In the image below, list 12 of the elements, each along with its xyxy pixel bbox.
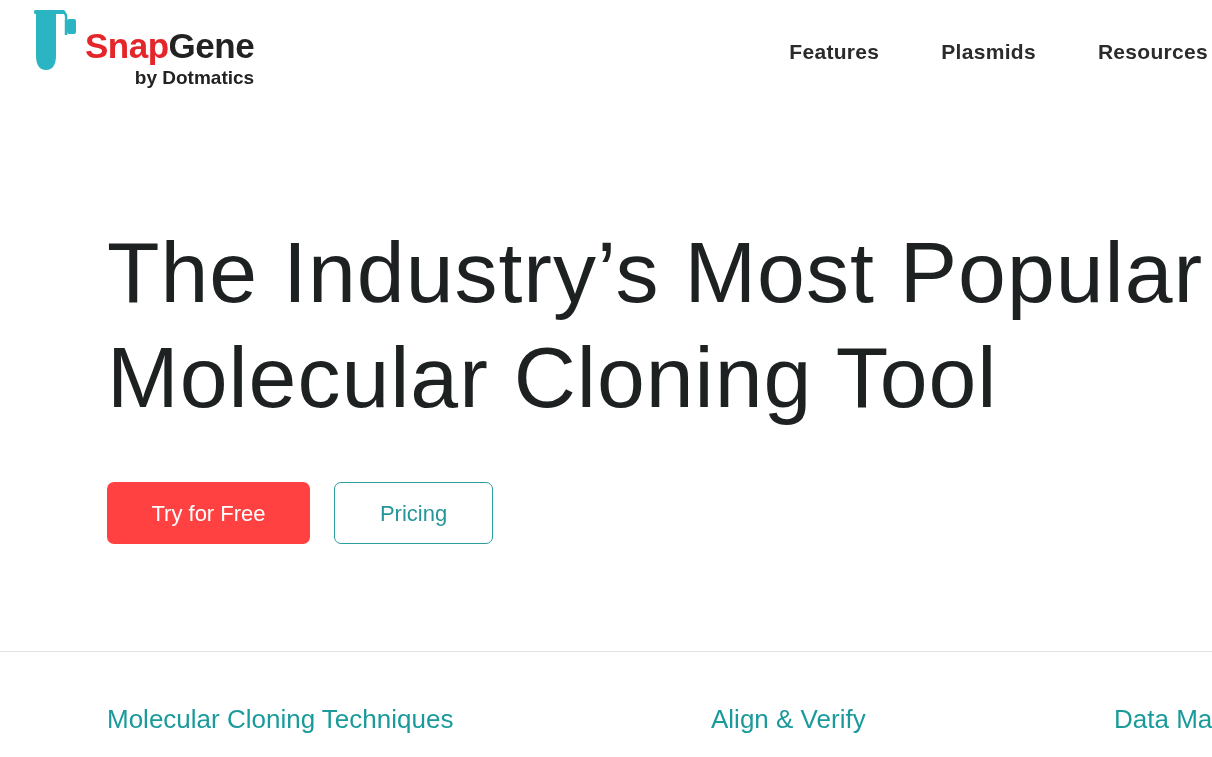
category-link[interactable]: Molecular Cloning Techniques (107, 704, 454, 734)
pricing-button[interactable]: Pricing (334, 482, 493, 544)
category-link[interactable]: Data Ma (1114, 704, 1212, 734)
hero-heading: The Industry’s Most Popular Molecular Cloning Tool (107, 223, 1205, 427)
try-free-button[interactable]: Try for Free (107, 482, 310, 544)
category-link[interactable]: Align & Verify (711, 704, 866, 734)
nav-link[interactable]: Features (789, 39, 880, 65)
test-tube-icon (34, 9, 77, 71)
nav-link[interactable]: Plasmids (941, 39, 1036, 65)
logo-byline: by Dotmatics (134, 67, 255, 89)
logo-wordmark: SnapGene (85, 27, 255, 65)
nav-link[interactable]: Resources (1097, 39, 1208, 65)
